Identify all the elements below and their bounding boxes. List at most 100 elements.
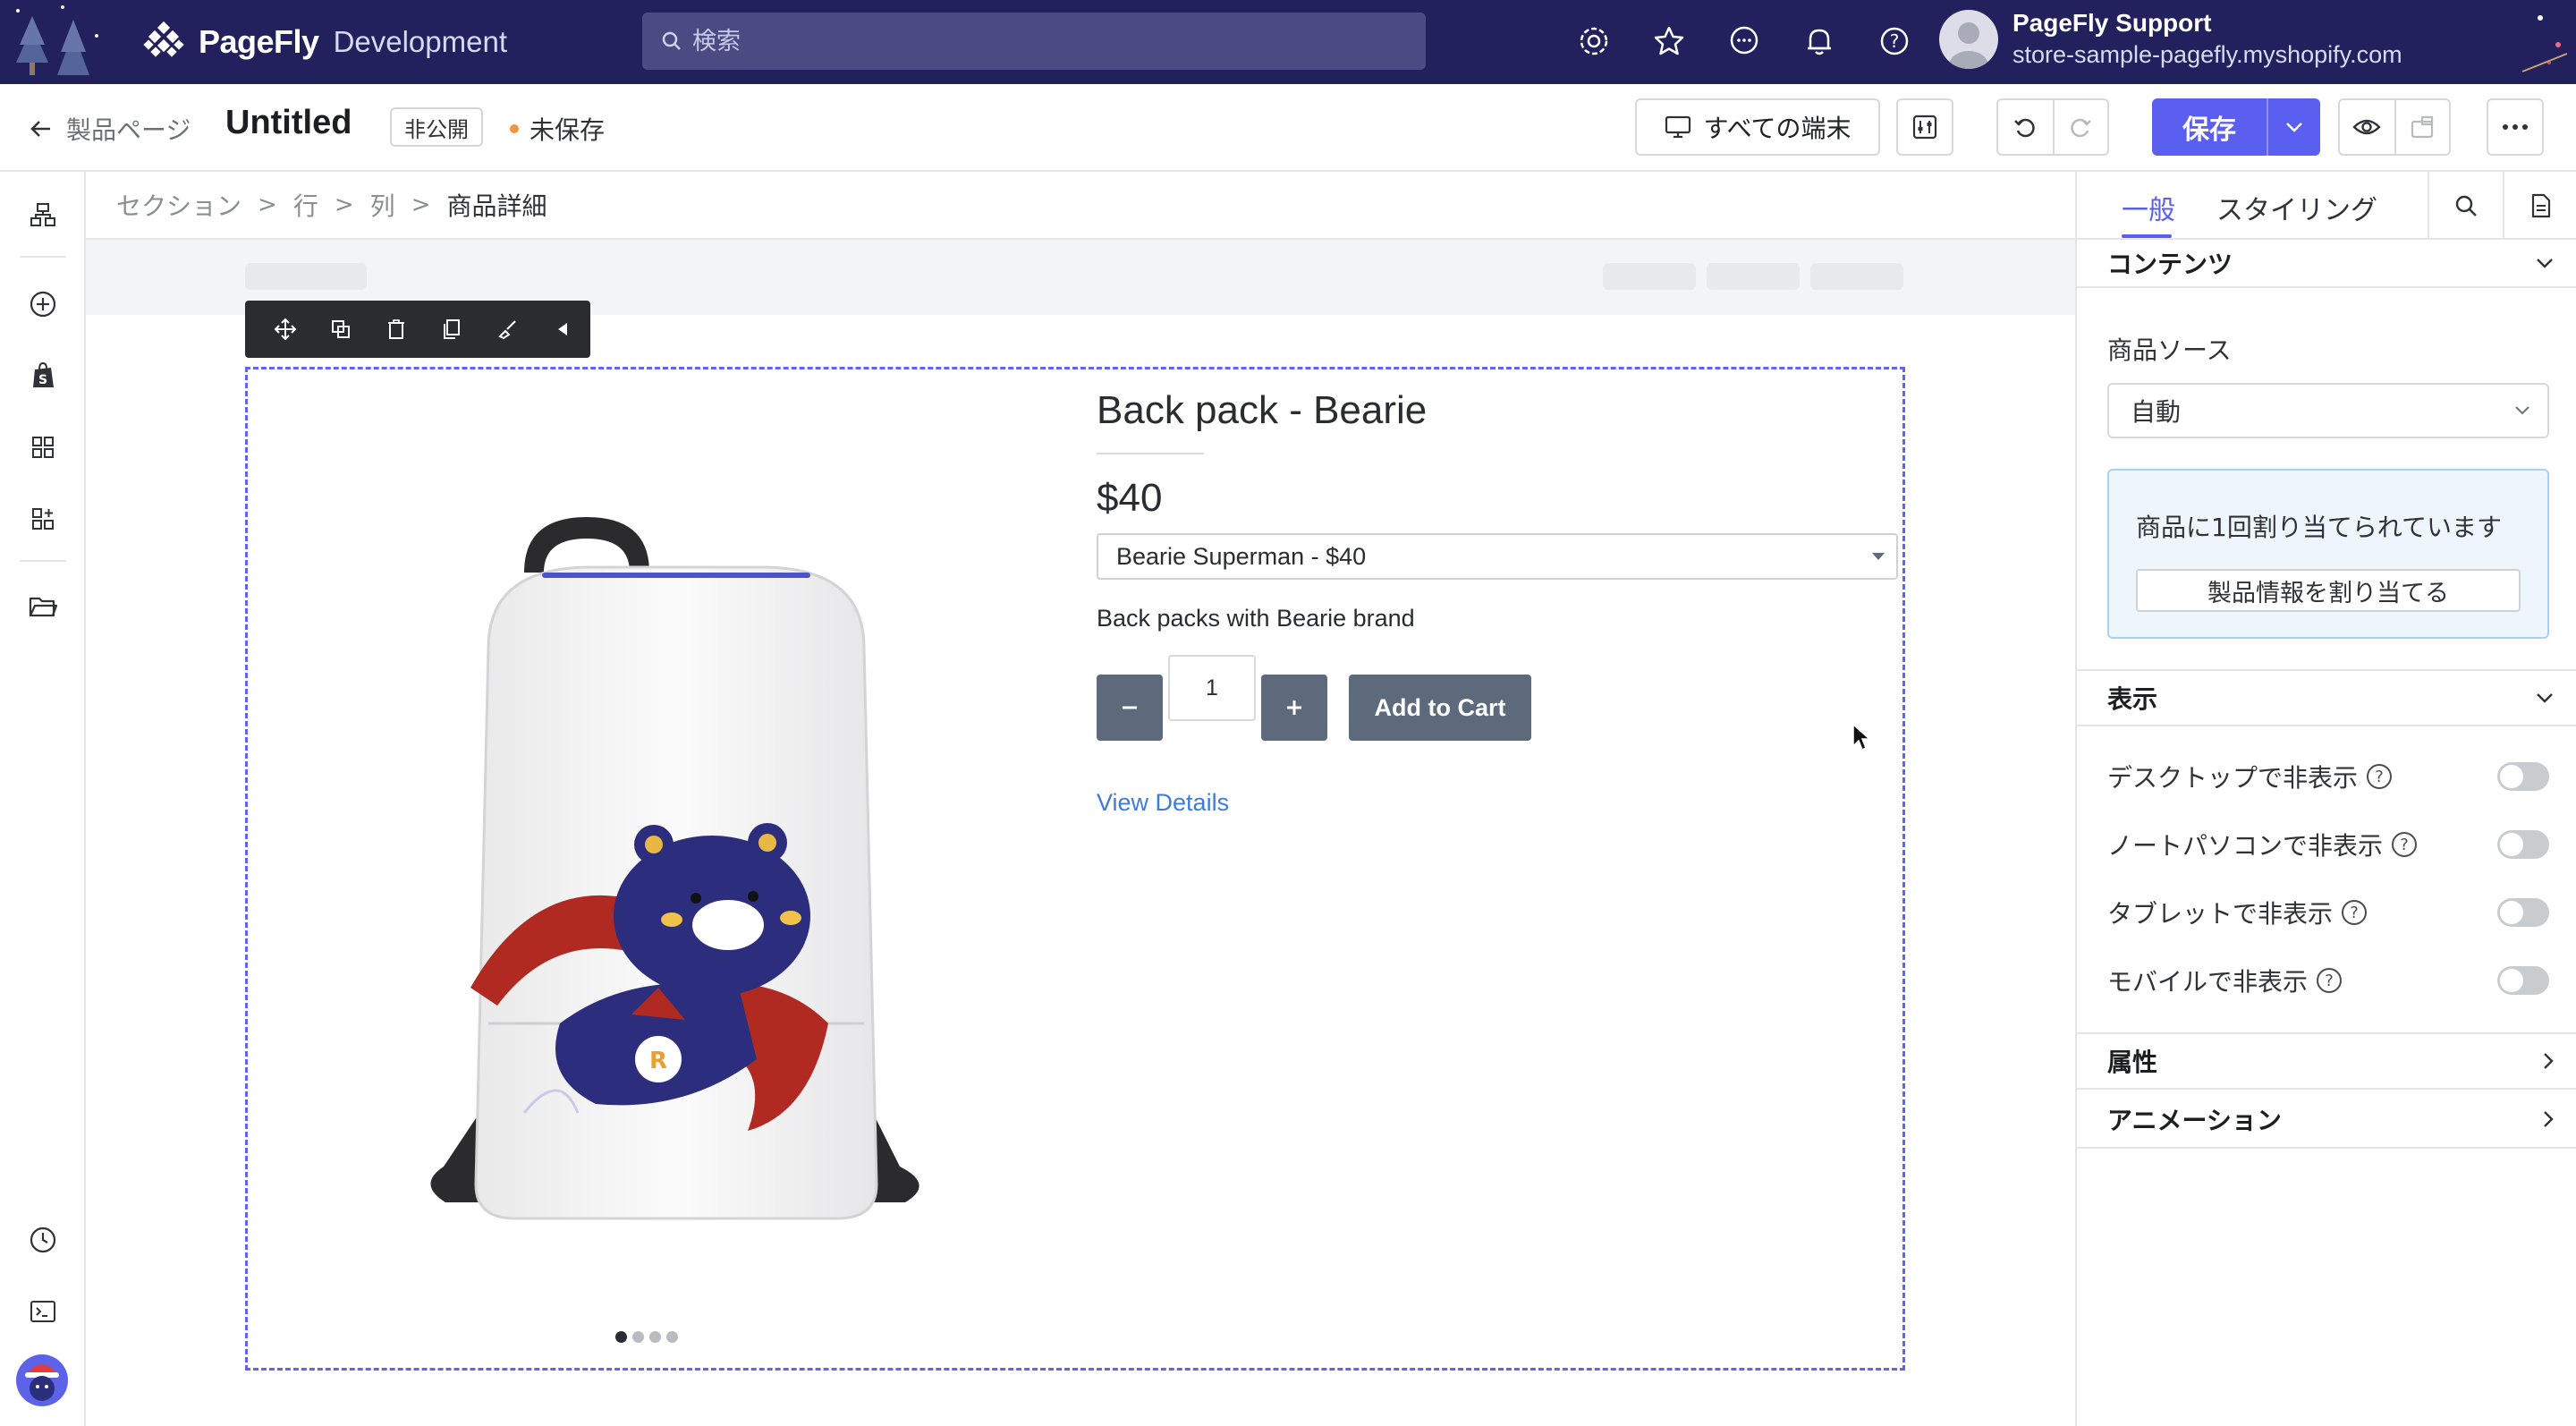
product-title: Back pack - Bearie xyxy=(1097,388,1428,432)
unsaved-dot-icon xyxy=(510,124,519,133)
style-brush-icon[interactable] xyxy=(479,301,535,358)
header-logo-skeleton xyxy=(245,263,367,290)
page-settings-button[interactable] xyxy=(1896,98,1953,156)
undo-icon xyxy=(2014,118,2036,138)
mouse-cursor-icon xyxy=(1852,723,1871,751)
apps-icon[interactable] xyxy=(23,499,63,539)
section-attributes-title: 属性 xyxy=(2107,1048,2158,1077)
redo-button[interactable] xyxy=(2052,100,2107,154)
hide-tablet-toggle[interactable] xyxy=(2497,898,2549,927)
assign-product-button[interactable]: 製品情報を割り当てる xyxy=(2136,569,2521,612)
preview-button[interactable] xyxy=(2340,100,2394,154)
header-nav-skeleton xyxy=(1810,263,1903,290)
brand-logo[interactable]: PageFly Development xyxy=(141,21,507,63)
svg-text:R: R xyxy=(649,1048,667,1074)
back-link[interactable]: 製品ページ xyxy=(27,111,191,147)
help-icon[interactable]: ? xyxy=(1875,21,1914,61)
collapse-left-icon[interactable] xyxy=(535,301,590,358)
christmas-tree-decoration xyxy=(16,5,98,75)
section-animation-header[interactable]: アニメーション xyxy=(2077,1091,2576,1149)
star-icon[interactable] xyxy=(1649,21,1689,61)
more-horizontal-icon xyxy=(2503,124,2528,130)
search-input[interactable] xyxy=(692,27,1390,55)
gallery-dot[interactable] xyxy=(632,1331,644,1343)
device-selector-button[interactable]: すべての端末 xyxy=(1635,98,1880,156)
hide-laptop-toggle[interactable] xyxy=(2497,830,2549,859)
editor-toolbar: 製品ページ Untitled 非公開 未保存 すべての端末 保存 xyxy=(0,84,2576,172)
code-terminal-icon[interactable] xyxy=(23,1292,63,1331)
help-circle-icon[interactable]: ? xyxy=(2342,900,2368,925)
tab-general[interactable]: 一般 xyxy=(2122,188,2175,227)
chevron-right-icon xyxy=(2544,1111,2554,1127)
breadcrumb-column[interactable]: 列 xyxy=(370,187,395,223)
global-search[interactable] xyxy=(642,13,1426,70)
help-circle-icon[interactable]: ? xyxy=(2317,968,2343,993)
breadcrumb-row[interactable]: 行 xyxy=(293,187,318,223)
assignment-info-box: 商品に1回割り当てられています 製品情報を割り当てる xyxy=(2107,469,2549,639)
add-to-cart-button[interactable]: Add to Cart xyxy=(1349,675,1531,741)
help-circle-icon[interactable]: ? xyxy=(2367,764,2393,789)
account-menu[interactable]: PageFly Support store-sample-pagefly.mys… xyxy=(1939,9,2402,69)
header-nav-skeleton xyxy=(1603,263,1696,290)
settings-icon[interactable] xyxy=(1574,21,1614,61)
product-source-value: 自動 xyxy=(2131,397,2182,427)
quantity-input[interactable] xyxy=(1168,655,1256,721)
panel-docs-button[interactable] xyxy=(2503,172,2576,240)
breadcrumb-section[interactable]: セクション xyxy=(116,187,242,223)
save-status: 未保存 xyxy=(510,111,605,147)
quantity-decrease-button[interactable] xyxy=(1097,675,1163,741)
history-clock-icon[interactable] xyxy=(23,1220,63,1260)
quantity-increase-button[interactable] xyxy=(1261,675,1327,741)
hide-desktop-toggle[interactable] xyxy=(2497,762,2549,791)
editor-canvas[interactable]: R Back pack - Bearie $40 Bearie Superman… xyxy=(86,240,2075,1426)
section-content-header[interactable]: コンテンツ xyxy=(2077,240,2576,288)
breadcrumb: セクション > 行 > 列 > 商品詳細 xyxy=(86,172,2075,240)
move-icon[interactable] xyxy=(258,301,313,358)
folder-icon[interactable] xyxy=(23,587,63,626)
copy-icon[interactable] xyxy=(424,301,479,358)
product-source-select[interactable]: 自動 xyxy=(2107,383,2549,438)
chevron-down-icon xyxy=(2537,259,2553,268)
visibility-badge: 非公開 xyxy=(390,107,483,147)
gallery-dot[interactable] xyxy=(666,1331,678,1343)
help-circle-icon[interactable]: ? xyxy=(2392,832,2418,857)
section-attributes-header[interactable]: 属性 xyxy=(2077,1032,2576,1090)
panel-tabs: 一般 スタイリング xyxy=(2077,172,2576,240)
more-options-button[interactable] xyxy=(2487,98,2544,156)
snowflake-decoration xyxy=(2521,15,2568,72)
back-label: 製品ページ xyxy=(66,115,191,145)
shopify-icon[interactable]: S xyxy=(23,356,63,395)
add-element-icon[interactable] xyxy=(23,284,63,324)
chevron-right-icon xyxy=(2544,1053,2554,1069)
save-options-button[interactable] xyxy=(2267,98,2320,156)
save-button[interactable]: 保存 xyxy=(2152,98,2267,156)
chevron-down-icon xyxy=(2286,123,2302,132)
assignment-info-text: 商品に1回割り当てられています xyxy=(2136,513,2502,542)
product-image[interactable]: R xyxy=(363,487,989,1328)
hide-mobile-toggle[interactable] xyxy=(2497,966,2549,995)
toggle-label: タブレットで非表示 xyxy=(2107,899,2334,929)
page-title[interactable]: Untitled xyxy=(225,104,352,142)
sections-grid-icon[interactable] xyxy=(23,428,63,467)
top-icon-group: ? xyxy=(1574,21,1914,61)
layers-icon[interactable] xyxy=(23,195,63,234)
view-details-link[interactable]: View Details xyxy=(1097,789,1229,817)
publish-button[interactable] xyxy=(2394,100,2449,154)
variant-select[interactable]: Bearie Superman - $40 xyxy=(1097,533,1898,580)
undo-button[interactable] xyxy=(1998,100,2053,154)
section-display-header[interactable]: 表示 xyxy=(2077,669,2576,726)
toggle-label: デスクトップで非表示 xyxy=(2107,763,2359,793)
gallery-dot[interactable] xyxy=(615,1331,627,1343)
chat-icon[interactable] xyxy=(1724,21,1764,61)
bell-icon[interactable] xyxy=(1800,21,1839,61)
publish-icon xyxy=(2411,115,2434,139)
gallery-dot[interactable] xyxy=(649,1331,661,1343)
user-avatar[interactable] xyxy=(16,1354,68,1406)
delete-icon[interactable] xyxy=(369,301,424,358)
save-button-group: 保存 xyxy=(2152,98,2320,156)
save-status-label: 未保存 xyxy=(530,115,606,145)
duplicate-icon[interactable] xyxy=(313,301,369,358)
toggle-row-tablet: タブレットで非表示? xyxy=(2107,893,2549,932)
tab-styling[interactable]: スタイリング xyxy=(2216,188,2377,227)
panel-search-button[interactable] xyxy=(2428,172,2503,240)
